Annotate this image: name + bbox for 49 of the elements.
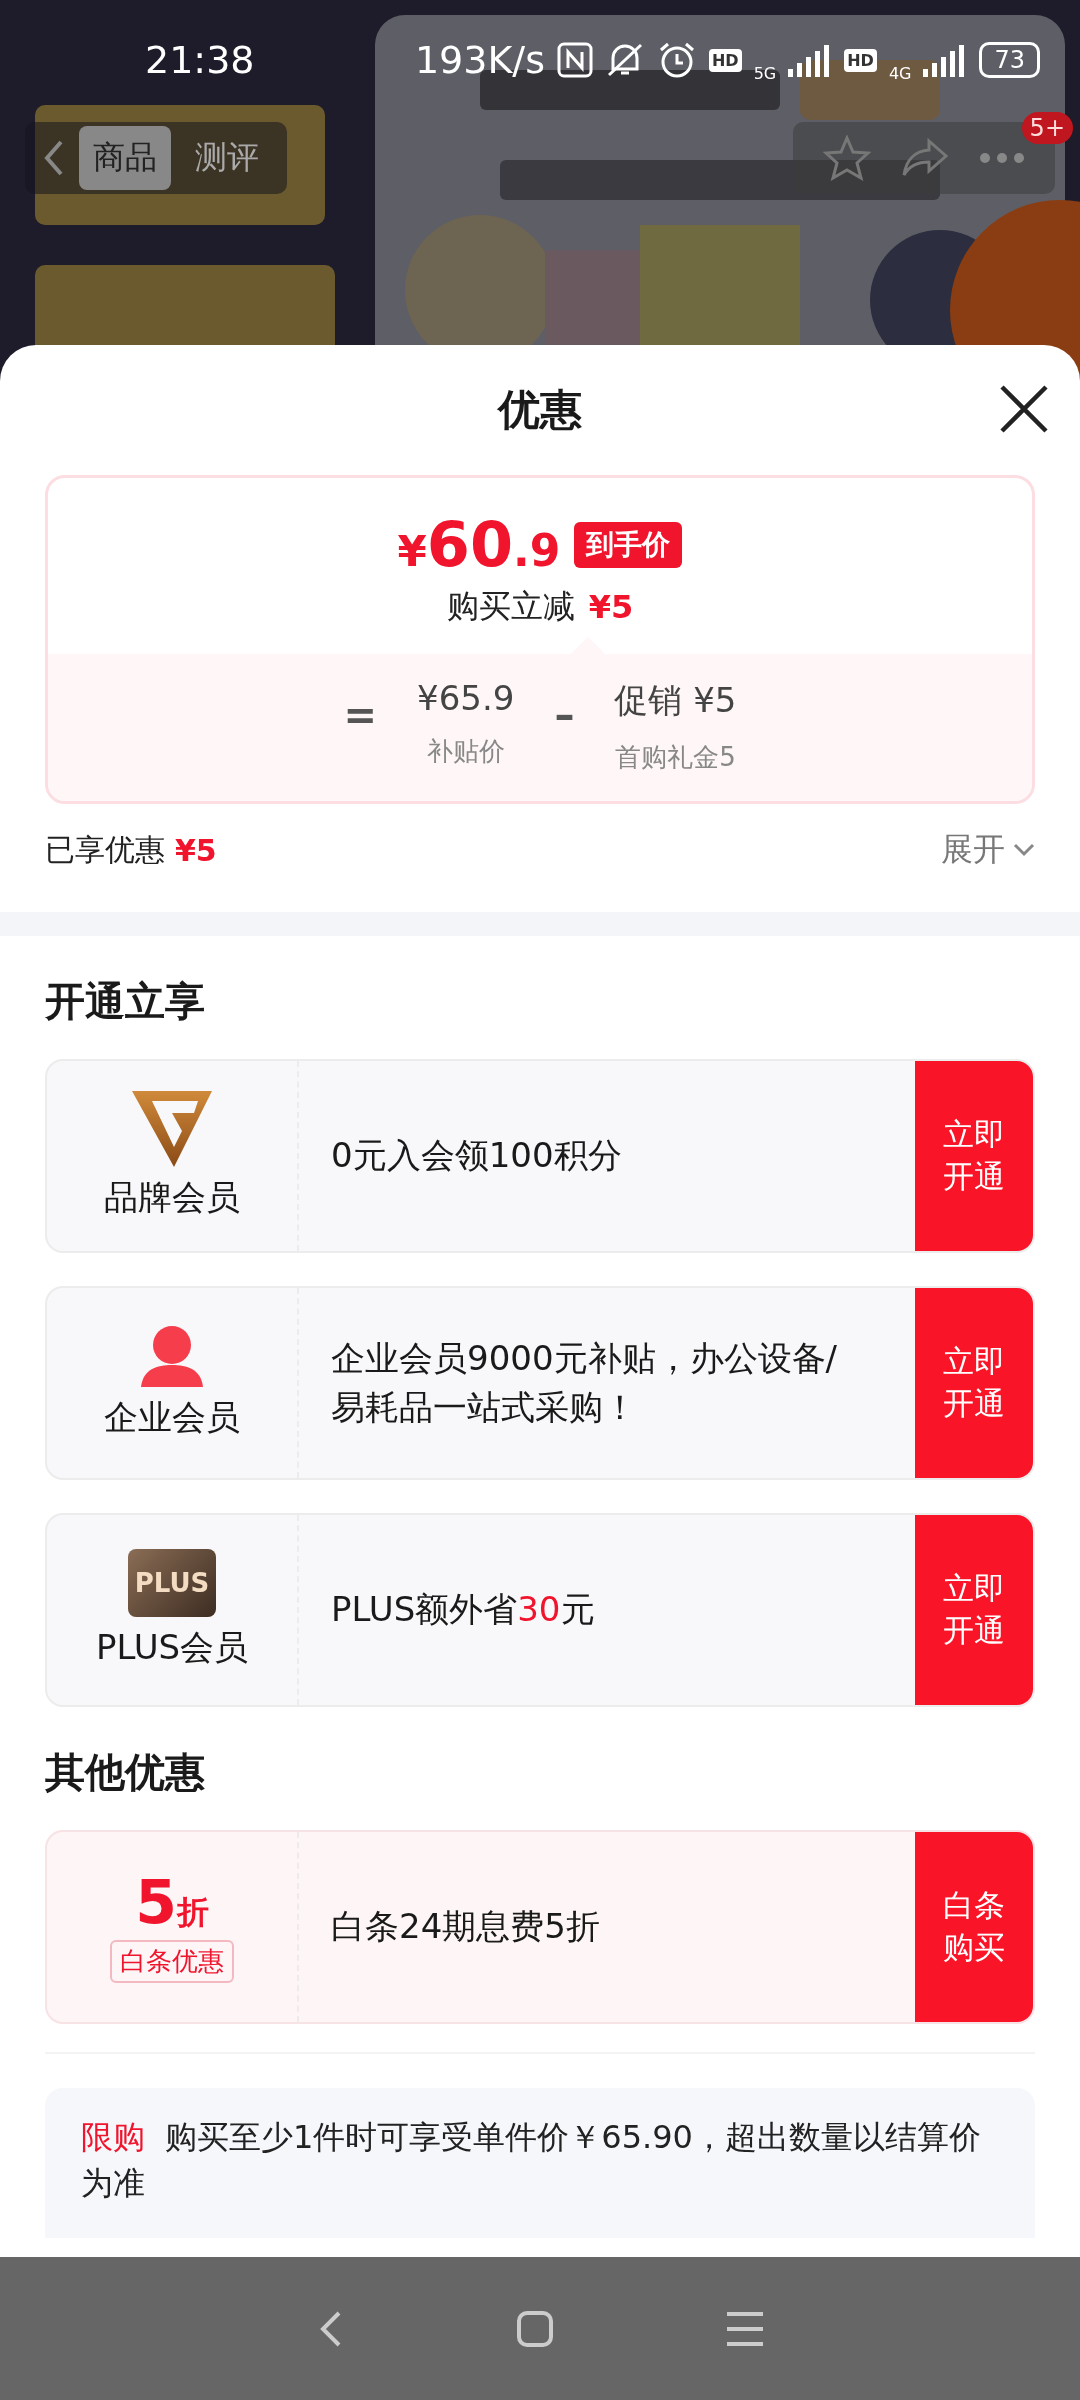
offer-text: PLUS额外省30元 (331, 1588, 595, 1632)
nfc-icon (556, 42, 593, 78)
close-icon[interactable] (998, 383, 1050, 435)
equals-sign: = (343, 692, 378, 738)
price-tag: 到手价 (574, 521, 683, 568)
offer-text: 白条24期息费5折 (331, 1905, 600, 1949)
offer-button[interactable]: 立即开通 (915, 1515, 1033, 1705)
share-icon[interactable] (901, 137, 949, 178)
section-title: 其他优惠 (45, 1748, 206, 1797)
offer-text: 企业会员9000元补贴，办公设备/易耗品一站式采购！ (331, 1336, 838, 1429)
reduce-amount: ¥5 (588, 588, 634, 626)
offer-button[interactable]: 立即开通 (915, 1061, 1033, 1251)
note-text: 限购 购买至少1件时可享受单件价￥65.90，超出数量以结算价为准 (81, 2118, 981, 2203)
star-icon[interactable] (823, 134, 871, 181)
menu-icon[interactable] (724, 2310, 765, 2347)
minus-sign: – (554, 692, 575, 738)
reduce-label: 购买立减 (446, 586, 575, 627)
status-time: 21:38 (145, 38, 255, 82)
discount-value: 5折 (135, 1871, 209, 1932)
person-icon (139, 1325, 205, 1387)
offer-text: 0元入会领100积分 (331, 1134, 622, 1178)
expand-link[interactable]: 展开 (941, 828, 1035, 872)
network-type: 5G (753, 63, 777, 83)
term-label: 首购礼金5 (615, 741, 736, 774)
offer-name: 品牌会员 (104, 1176, 240, 1219)
home-icon[interactable] (516, 2309, 554, 2348)
hd-indicator: HD (844, 48, 877, 72)
section-title: 开通立享 (45, 977, 206, 1026)
nav-tab[interactable]: 商品 (79, 125, 171, 190)
offer-button[interactable]: 立即开通 (915, 1288, 1033, 1478)
term-value: ¥65.9 (417, 678, 515, 718)
offer-tag: 白条优惠 (110, 1939, 234, 1983)
v-logo-icon (132, 1091, 212, 1167)
enjoyed-label: 已享优惠 (45, 830, 165, 869)
term-label: 补贴价 (426, 735, 505, 768)
final-price: ¥60.9 (397, 508, 561, 581)
offer-button[interactable]: 白条购买 (915, 1832, 1033, 2022)
offer-name: PLUS会员 (95, 1626, 249, 1669)
sheet-title: 优惠 (498, 384, 582, 436)
network-type: 4G (888, 63, 912, 83)
network-speed: 193K/s (414, 38, 545, 82)
nav-tab[interactable]: 测评 (181, 125, 273, 190)
offer-name: 企业会员 (104, 1396, 240, 1439)
term-value: 促销 ¥5 (614, 679, 737, 722)
plus-badge: PLUS (128, 1549, 216, 1617)
enjoyed-amount: ¥5 (175, 832, 217, 868)
more-icon[interactable] (979, 151, 1025, 164)
battery-indicator: 73 (979, 42, 1040, 78)
chevron-down-icon (1013, 843, 1035, 857)
